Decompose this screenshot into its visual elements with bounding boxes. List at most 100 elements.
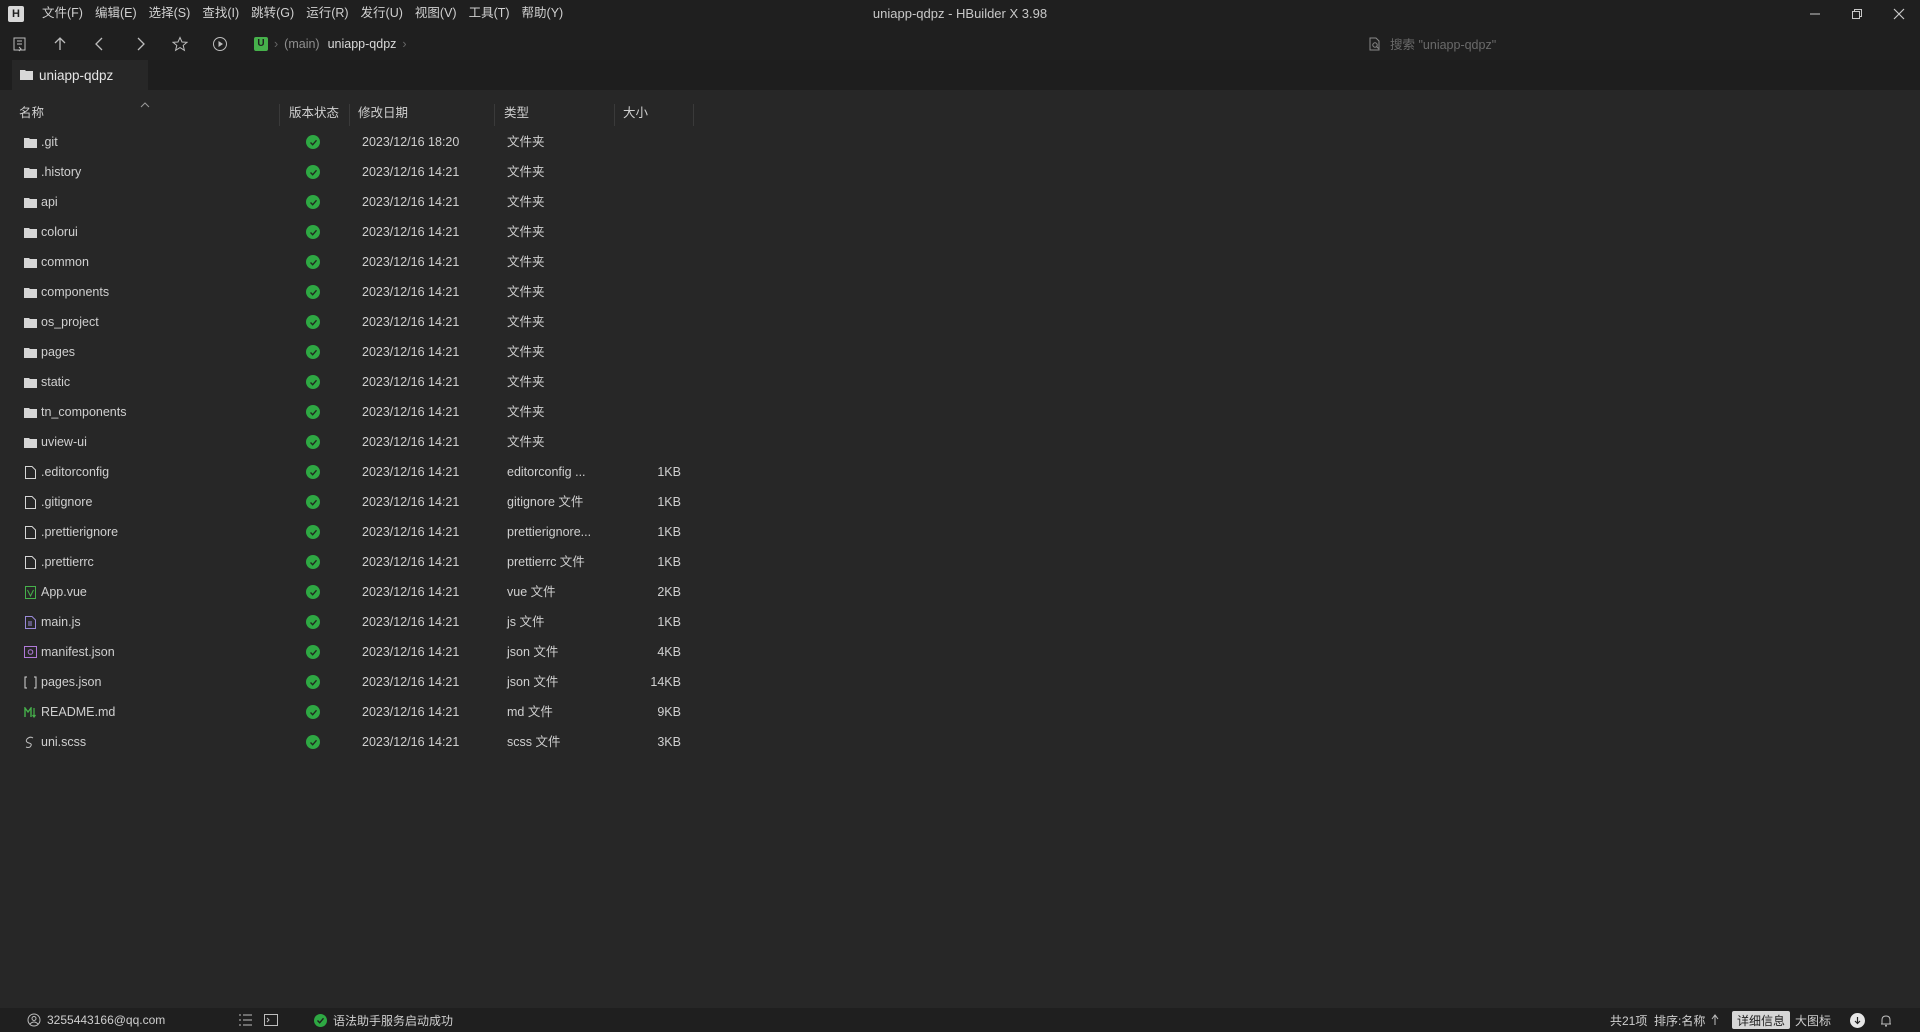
file-name: pages.json (41, 675, 102, 689)
file-type: prettierignore... (507, 525, 592, 539)
search-placeholder: 搜索 "uniapp-qdpz" (1390, 38, 1497, 52)
sort-arrow-up-icon (1711, 1014, 1719, 1025)
menu-item[interactable]: 视图(V) (409, 0, 463, 27)
account-item[interactable]: 3255443166@qq.com (27, 1008, 165, 1032)
explorer-toggle-button[interactable] (0, 27, 40, 60)
vcs-ok-icon (306, 405, 320, 419)
menu-bar: 文件(F) 编辑(E) 选择(S) 查找(I) 跳转(G) 运行(R) 发行(U) 视图(V)… (36, 0, 569, 27)
file-row[interactable]: pages.json 2023/12/16 14:21 json 文件 14KB (0, 667, 700, 697)
sort-button[interactable]: 排序:名称 (1654, 1008, 1720, 1032)
search-input[interactable]: 搜索 "uniapp-qdpz" (1368, 27, 1768, 60)
file-row[interactable]: .prettierrc 2023/12/16 14:21 prettierrc 文件… (0, 547, 700, 577)
sort-label: 排序:名称 (1654, 1013, 1706, 1028)
file-name: .prettierignore (41, 525, 119, 539)
file-name: .git (41, 135, 58, 149)
breadcrumb-project-name[interactable]: uniapp-qdpz (328, 37, 397, 51)
view-detail-button[interactable]: 详细信息 (1732, 1011, 1791, 1029)
menu-item[interactable]: 运行(R) (300, 0, 354, 27)
file-size: 2KB (657, 585, 681, 599)
manifest-file-icon (23, 645, 37, 659)
file-row[interactable]: manifest.json 2023/12/16 14:21 json 文件 4KB (0, 637, 700, 667)
update-button[interactable] (1850, 1008, 1865, 1032)
hbuilder-logo-icon: H (8, 5, 24, 22)
file-row[interactable]: .editorconfig 2023/12/16 14:21 editorconfi… (0, 457, 700, 487)
menu-item[interactable]: 发行(U) (355, 0, 409, 27)
file-row[interactable]: App.vue 2023/12/16 14:21 vue 文件 2KB (0, 577, 700, 607)
language-service-status[interactable]: 语法助手服务启动成功 (314, 1008, 453, 1032)
back-button[interactable] (80, 27, 120, 60)
column-vcs-status[interactable]: 版本状态 (289, 98, 339, 128)
vcs-ok-icon (306, 285, 320, 299)
notification-button[interactable] (1880, 1008, 1892, 1032)
forward-button[interactable] (120, 27, 160, 60)
menu-item[interactable]: 跳转(G) (245, 0, 300, 27)
file-icon (23, 525, 37, 539)
breadcrumb-separator-icon[interactable]: › (402, 37, 406, 51)
column-divider[interactable] (279, 104, 280, 126)
column-divider[interactable] (349, 104, 350, 126)
close-button[interactable] (1878, 0, 1920, 27)
console-button[interactable] (264, 1008, 278, 1032)
item-count: 共21项 (1610, 1013, 1648, 1028)
vcs-ok-icon (306, 345, 320, 359)
restore-icon (1852, 8, 1862, 19)
file-type: 文件夹 (507, 405, 545, 419)
file-row[interactable]: main.js 2023/12/16 14:21 js 文件 1KB (0, 607, 700, 637)
file-row[interactable]: .prettierignore 2023/12/16 14:21 prettieri… (0, 517, 700, 547)
vcs-ok-icon (306, 375, 320, 389)
file-row[interactable]: .gitignore 2023/12/16 14:21 gitignore 文件 1K… (0, 487, 700, 517)
restore-button[interactable] (1836, 0, 1878, 27)
file-modified-date: 2023/12/16 14:21 (362, 165, 460, 179)
column-header: 名称 版本状态 修改日期 类型 大小 (0, 98, 700, 128)
view-mode-switch: 详细信息 大图标 (1732, 1008, 1836, 1032)
file-row[interactable]: colorui 2023/12/16 14:21 文件夹 (0, 217, 700, 247)
view-large-icon-button[interactable]: 大图标 (1790, 1011, 1836, 1029)
tab-bar: uniapp-qdpz (0, 60, 1920, 90)
column-name[interactable]: 名称 (19, 98, 44, 128)
favorite-button[interactable] (160, 27, 200, 60)
file-type: 文件夹 (507, 195, 545, 209)
menu-item[interactable]: 帮助(Y) (516, 0, 570, 27)
file-row[interactable]: os_project 2023/12/16 14:21 文件夹 (0, 307, 700, 337)
column-divider[interactable] (693, 104, 694, 126)
file-size (600, 187, 681, 217)
user-icon (27, 1013, 41, 1027)
folder-icon (23, 405, 37, 419)
file-row[interactable]: README.md 2023/12/16 14:21 md 文件 9KB (0, 697, 700, 727)
minimize-button[interactable] (1794, 0, 1836, 27)
run-button[interactable] (200, 27, 240, 60)
file-row[interactable]: .git 2023/12/16 18:20 文件夹 (0, 127, 700, 157)
column-divider[interactable] (494, 104, 495, 126)
vcs-ok-icon (306, 525, 320, 539)
vcs-ok-icon (306, 465, 320, 479)
file-modified-date: 2023/12/16 14:21 (362, 675, 460, 689)
file-row[interactable]: static 2023/12/16 14:21 文件夹 (0, 367, 700, 397)
file-modified-date: 2023/12/16 14:21 (362, 375, 460, 389)
column-modified[interactable]: 修改日期 (358, 98, 408, 128)
menu-item[interactable]: 文件(F) (36, 0, 89, 27)
outline-button[interactable] (239, 1008, 252, 1032)
git-branch-label[interactable]: (main) (284, 37, 319, 51)
star-icon (172, 35, 188, 51)
column-type[interactable]: 类型 (504, 98, 529, 128)
file-modified-date: 2023/12/16 14:21 (362, 555, 460, 569)
column-divider[interactable] (614, 104, 615, 126)
file-row[interactable]: pages 2023/12/16 14:21 文件夹 (0, 337, 700, 367)
menu-item[interactable]: 工具(T) (463, 0, 516, 27)
menu-item[interactable]: 选择(S) (143, 0, 197, 27)
column-size[interactable]: 大小 (623, 98, 648, 128)
menu-item[interactable]: 编辑(E) (89, 0, 143, 27)
file-name: components (41, 285, 110, 299)
up-folder-button[interactable] (40, 27, 80, 60)
menu-item[interactable]: 查找(I) (196, 0, 245, 27)
file-row[interactable]: uni.scss 2023/12/16 14:21 scss 文件 3KB (0, 727, 700, 757)
file-type: vue 文件 (507, 585, 556, 599)
file-row[interactable]: uview-ui 2023/12/16 14:21 文件夹 (0, 427, 700, 457)
file-row[interactable]: api 2023/12/16 14:21 文件夹 (0, 187, 700, 217)
file-name: static (41, 375, 71, 389)
file-row[interactable]: .history 2023/12/16 14:21 文件夹 (0, 157, 700, 187)
file-row[interactable]: components 2023/12/16 14:21 文件夹 (0, 277, 700, 307)
tab-uniapp-qdpz[interactable]: uniapp-qdpz (12, 60, 148, 90)
file-row[interactable]: tn_components 2023/12/16 14:21 文件夹 (0, 397, 700, 427)
file-row[interactable]: common 2023/12/16 14:21 文件夹 (0, 247, 700, 277)
